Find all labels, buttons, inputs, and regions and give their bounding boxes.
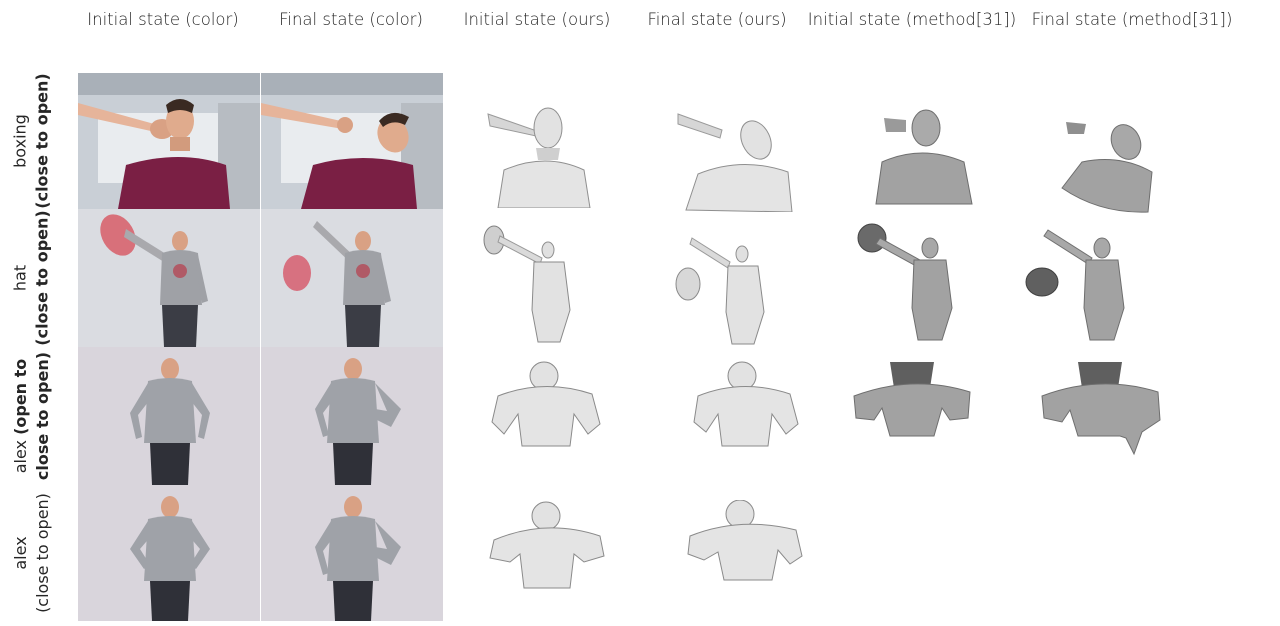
boxing-initial-ours-mesh [487, 107, 591, 208]
recon-hat-initial-ours [482, 222, 582, 344]
row-label-boxing: boxing (close to open) [8, 73, 56, 209]
recon-alex-2-final-ours [686, 500, 804, 582]
boxing-initial-method31-mesh [875, 109, 973, 205]
hat-final-ours-mesh [675, 237, 765, 345]
hat-initial-method31-mesh [857, 223, 953, 341]
alex-1-final-image [261, 347, 443, 485]
row-label-hat: hat (close to open) [8, 209, 56, 347]
alex-2-final-ours-mesh [687, 500, 803, 581]
alex-1-final-method31-mesh [1041, 362, 1161, 456]
alex-2-final-image [261, 485, 443, 621]
row-label-alex-open-close-open: alex (open to close to open) [8, 347, 56, 485]
alex-1-initial-method31-mesh [853, 362, 971, 437]
row-label-alex-close-open: alex (close to open) [8, 485, 56, 621]
photo-boxing-initial [78, 73, 260, 209]
hat-initial-image [78, 209, 260, 347]
hat-final-method31-mesh [1025, 229, 1125, 341]
photo-hat-final [261, 209, 443, 347]
row-label-line2: close to open) [33, 351, 52, 481]
photo-hat-initial [78, 209, 260, 347]
row-label-line1: hat [11, 264, 30, 292]
recon-boxing-final-method31 [1060, 118, 1160, 214]
recon-alex-1-final-ours [690, 360, 802, 452]
boxing-initial-image [78, 73, 260, 209]
column-header-final-ours: Final state (ours) [647, 10, 787, 29]
photo-alex-2-final [261, 485, 443, 621]
boxing-final-image [261, 73, 443, 209]
boxing-final-ours-mesh [677, 113, 793, 212]
column-header-initial-method31: Initial state (method[31]) [807, 10, 1017, 29]
row-label-line1-plain: alex [11, 434, 30, 474]
alex-1-initial-image [78, 347, 260, 485]
row-label-line2: (close to open) [33, 210, 52, 346]
row-label-line1-bold: (open to [11, 358, 30, 435]
recon-boxing-initial-ours [484, 100, 594, 208]
recon-boxing-final-ours [676, 110, 796, 212]
alex-2-initial-image [78, 485, 260, 621]
column-header-initial-ours: Initial state (ours) [463, 10, 611, 29]
row-label-line2: (close to open) [33, 493, 53, 613]
recon-hat-final-method31 [1024, 222, 1134, 344]
hat-final-image [261, 209, 443, 347]
row-label-line1: boxing [11, 114, 30, 168]
recon-alex-2-initial-ours [488, 500, 606, 592]
row-label-line1: alex (open to [10, 352, 32, 480]
hat-initial-ours-mesh [483, 225, 571, 343]
photo-boxing-final [261, 73, 443, 209]
column-header-final-color: Final state (color) [279, 10, 423, 29]
recon-alex-1-initial-ours [488, 360, 604, 452]
photo-alex-1-final [261, 347, 443, 485]
alex-2-initial-ours-mesh [489, 501, 605, 589]
column-header-initial-color: Initial state (color) [87, 10, 239, 29]
column-header-final-method31: Final state (method[31]) [1031, 10, 1233, 29]
row-label-line2: (close to open) [33, 73, 52, 209]
recon-hat-initial-method31 [854, 220, 954, 342]
alex-1-initial-ours-mesh [491, 361, 601, 447]
alex-1-final-ours-mesh [693, 361, 799, 447]
recon-alex-1-initial-method31 [850, 358, 974, 440]
photo-alex-1-initial [78, 347, 260, 485]
recon-boxing-initial-method31 [868, 104, 974, 206]
boxing-final-method31-mesh [1061, 122, 1153, 213]
recon-hat-final-ours [670, 222, 780, 346]
photo-alex-2-initial [78, 485, 260, 621]
row-label-line1: alex [11, 536, 31, 570]
recon-alex-1-final-method31 [1038, 358, 1162, 458]
